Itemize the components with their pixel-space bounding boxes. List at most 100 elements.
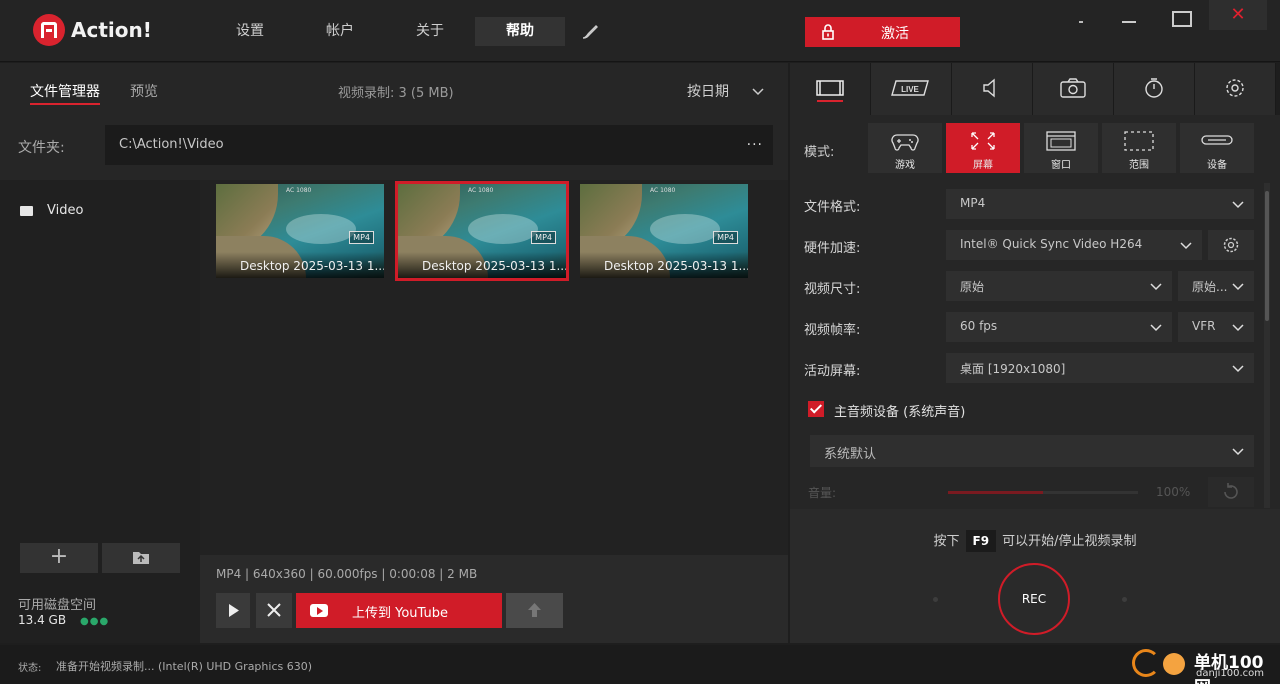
fps-value: 60 fps xyxy=(960,319,998,333)
region-select-icon xyxy=(1124,131,1154,151)
setting-format: 文件格式: MP4 xyxy=(790,186,1262,224)
nav-settings[interactable]: 设置 xyxy=(205,17,295,46)
mode-row: 模式: 游戏 屏幕 窗口 范围 设备 xyxy=(790,123,1280,175)
thumbnail-watermark: AC 1080 xyxy=(468,187,494,194)
volume-slider[interactable] xyxy=(948,491,1138,494)
file-actions-bar: MP4 | 640x360 | 60.000fps | 0:00:08 | 2 … xyxy=(200,555,788,643)
folder-path-field[interactable]: C:\Action!\Video ... xyxy=(105,125,773,165)
tab-screenshot[interactable] xyxy=(1033,63,1114,115)
app-title: Action! xyxy=(71,18,152,42)
tab-timer[interactable] xyxy=(1114,63,1195,115)
maximize-button[interactable] xyxy=(1155,0,1205,36)
video-thumbnail[interactable]: AC 1080 MP4 Desktop 2025-03-13 1... xyxy=(216,184,384,278)
close-button[interactable]: ✕ xyxy=(1209,0,1267,30)
screen-select[interactable]: 桌面 [1920x1080] xyxy=(946,353,1254,383)
live-icon: LIVE xyxy=(891,80,929,96)
next-dot xyxy=(1122,597,1127,602)
thumbnail-watermark: AC 1080 xyxy=(286,187,312,194)
fps-label: 视频帧率: xyxy=(804,323,861,338)
volume-label: 音量: xyxy=(808,486,837,500)
folder-label: 文件夹: xyxy=(18,140,65,156)
sort-dropdown[interactable]: 按日期 xyxy=(687,81,729,101)
mode-label: 模式: xyxy=(804,145,835,160)
mode-label-game: 游戏 xyxy=(895,160,915,171)
encoder-settings-button[interactable] xyxy=(1208,230,1254,260)
volume-reset-button[interactable] xyxy=(1208,477,1254,507)
device-icon xyxy=(1201,135,1233,145)
overlay-minimize-button[interactable] xyxy=(1055,0,1105,36)
nav-account[interactable]: 帐户 xyxy=(295,17,385,46)
mode-game[interactable]: 游戏 xyxy=(868,123,942,173)
app-logo-icon xyxy=(33,14,65,46)
upload-arrow-icon xyxy=(528,603,541,617)
capture-tabs: LIVE xyxy=(790,63,1280,115)
mode-region[interactable]: 范围 xyxy=(1102,123,1176,173)
tab-audio[interactable] xyxy=(952,63,1033,115)
hotkey-hint: 按下 F9 可以开始/停止视频录制 xyxy=(790,530,1280,552)
activate-button[interactable]: 激活 xyxy=(805,17,960,47)
size-mode-select[interactable]: 原始... xyxy=(1178,271,1254,301)
nav-about[interactable]: 关于 xyxy=(385,17,475,46)
video-grid: AC 1080 MP4 Desktop 2025-03-13 1... AC 1… xyxy=(200,180,788,555)
minimize-button[interactable] xyxy=(1105,0,1155,36)
screen-label: 活动屏幕: xyxy=(804,364,861,379)
folder-path: C:\Action!\Video xyxy=(119,137,224,152)
hwaccel-value: Intel® Quick Sync Video H264 xyxy=(960,237,1143,251)
mode-screen[interactable]: 屏幕 xyxy=(946,123,1020,173)
app-window: Action! 设置 帐户 关于 帮助 激活 ✕ 文件管理器 预览 视频录制: xyxy=(0,0,1280,684)
format-value: MP4 xyxy=(960,196,986,210)
tab-file-manager[interactable]: 文件管理器 xyxy=(30,81,100,105)
folder-icon xyxy=(20,205,33,216)
setting-hwaccel: 硬件加速: Intel® Quick Sync Video H264 xyxy=(790,227,1262,265)
chevron-down-icon xyxy=(1180,242,1192,250)
audio-device-select[interactable]: 系统默认 xyxy=(810,435,1254,467)
size-select[interactable]: 原始 xyxy=(946,271,1172,301)
mode-device[interactable]: 设备 xyxy=(1180,123,1254,173)
audio-device-checkbox[interactable] xyxy=(808,401,824,417)
skin-brush-icon[interactable] xyxy=(580,22,600,42)
folder-open-icon xyxy=(133,552,149,564)
timer-icon xyxy=(1145,78,1163,98)
file-info: MP4 | 640x360 | 60.000fps | 0:00:08 | 2 … xyxy=(216,567,478,581)
format-badge: MP4 xyxy=(531,231,556,244)
audio-device-value: 系统默认 xyxy=(824,447,877,462)
close-icon: ✕ xyxy=(1230,4,1246,25)
title-bar: Action! 设置 帐户 关于 帮助 激活 ✕ xyxy=(0,0,1280,62)
browse-folder-button[interactable]: ... xyxy=(747,133,763,149)
tab-preview[interactable]: 预览 xyxy=(130,81,158,101)
hwaccel-select[interactable]: Intel® Quick Sync Video H264 xyxy=(946,230,1202,260)
play-button[interactable] xyxy=(216,593,250,628)
tree-item-video[interactable]: Video xyxy=(20,203,83,218)
tab-settings[interactable] xyxy=(1195,63,1276,115)
thumbnail-caption: Desktop 2025-03-13 1... xyxy=(604,259,748,273)
screen-value: 桌面 [1920x1080] xyxy=(960,362,1066,376)
settings-scrollbar-thumb[interactable] xyxy=(1265,191,1269,321)
tab-video[interactable] xyxy=(790,63,871,115)
upload-label: 上传到 YouTube xyxy=(352,606,448,621)
tab-live[interactable]: LIVE xyxy=(871,63,952,115)
format-badge: MP4 xyxy=(349,231,374,244)
size-label: 视频尺寸: xyxy=(804,282,861,297)
fps-select[interactable]: 60 fps xyxy=(946,312,1172,342)
folder-tree: Video + 可用磁盘空间 13.4 GB ●●● xyxy=(0,180,200,643)
mode-window[interactable]: 窗口 xyxy=(1024,123,1098,173)
nav-help[interactable]: 帮助 xyxy=(475,17,565,46)
chevron-down-icon xyxy=(1232,283,1244,291)
watermark-ring-icon xyxy=(1132,649,1160,677)
open-folder-button[interactable] xyxy=(102,543,180,573)
upload-button[interactable] xyxy=(506,593,563,628)
format-label: 文件格式: xyxy=(804,200,861,215)
record-button[interactable]: REC xyxy=(998,563,1070,635)
format-select[interactable]: MP4 xyxy=(946,189,1254,219)
video-thumbnail[interactable]: AC 1080 MP4 Desktop 2025-03-13 1... xyxy=(580,184,748,278)
fps-mode-select[interactable]: VFR xyxy=(1178,312,1254,342)
record-label: REC xyxy=(1021,592,1047,606)
add-folder-button[interactable]: + xyxy=(20,543,98,573)
delete-button[interactable] xyxy=(256,593,292,628)
activate-label: 激活 xyxy=(881,26,909,42)
chevron-down-icon xyxy=(1232,201,1244,209)
size-value: 原始 xyxy=(960,280,985,294)
upload-youtube-button[interactable]: 上传到 YouTube xyxy=(296,593,502,628)
video-thumbnail-selected[interactable]: AC 1080 MP4 Desktop 2025-03-13 1... xyxy=(395,181,569,281)
chevron-down-icon[interactable] xyxy=(752,85,764,97)
